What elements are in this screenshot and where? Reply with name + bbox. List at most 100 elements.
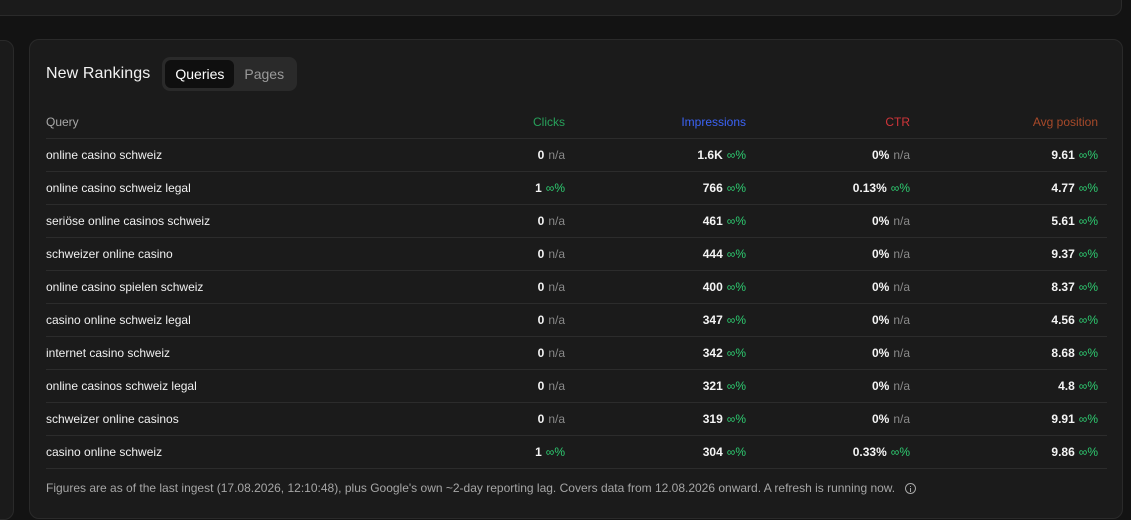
column-header-query[interactable]: Query xyxy=(46,115,441,129)
clicks-value: 0 xyxy=(537,247,545,261)
footer-note: Figures are as of the last ingest (17.08… xyxy=(46,481,917,495)
table-row[interactable]: online casino schweiz 0 n/a 1.6K ∞% 0% n/a 9.61… xyxy=(46,139,1107,172)
ctr-value: 0% xyxy=(871,313,890,327)
impressions-delta: ∞% xyxy=(726,412,746,426)
query-cell: schweizer online casinos xyxy=(46,412,179,426)
ctr-value: 0% xyxy=(871,412,890,426)
clicks-cell: 0 n/a xyxy=(441,412,565,426)
table-row[interactable]: online casino spielen schweiz 0 n/a 400 ∞% 0%… xyxy=(46,271,1107,304)
avg-position-cell: 4.8 ∞% xyxy=(910,379,1098,393)
query-cell: online casino schweiz xyxy=(46,148,163,162)
clicks-value: 0 xyxy=(537,280,545,294)
panel-header: New Rankings Queries Pages xyxy=(46,57,298,91)
column-header-impressions[interactable]: Impressions xyxy=(565,115,746,129)
ctr-value: 0% xyxy=(871,346,890,360)
table-row[interactable]: schweizer online casinos 0 n/a 319 ∞% 0% n/a 9.… xyxy=(46,403,1107,436)
new-rankings-panel: New Rankings Queries Pages Query Clicks … xyxy=(29,39,1123,519)
impressions-cell: 342 ∞% xyxy=(565,346,746,360)
ctr-cell: 0% n/a xyxy=(746,214,910,228)
table-row[interactable]: casino online schweiz 1 ∞% 304 ∞% 0.33% ∞% 9.86… xyxy=(46,436,1107,469)
tab-pages[interactable]: Pages xyxy=(234,60,294,88)
avg-position-delta: ∞% xyxy=(1078,247,1098,261)
table-row[interactable]: online casinos schweiz legal 0 n/a 321 ∞% 0% n… xyxy=(46,370,1107,403)
avg-position-cell: 9.86 ∞% xyxy=(910,445,1098,459)
ctr-value: 0% xyxy=(871,214,890,228)
clicks-delta: n/a xyxy=(548,247,565,261)
avg-position-cell: 5.61 ∞% xyxy=(910,214,1098,228)
column-header-ctr[interactable]: CTR xyxy=(746,115,910,129)
avg-position-delta: ∞% xyxy=(1078,280,1098,294)
clicks-delta: n/a xyxy=(548,280,565,294)
table-row[interactable]: online casino schweiz legal 1 ∞% 766 ∞% 0.13%… xyxy=(46,172,1107,205)
ctr-value: 0.33% xyxy=(852,445,887,459)
impressions-value: 347 xyxy=(702,313,723,327)
clicks-value: 0 xyxy=(537,313,545,327)
avg-position-value: 9.86 xyxy=(1051,445,1075,459)
impressions-delta: ∞% xyxy=(726,247,746,261)
clicks-delta: ∞% xyxy=(545,181,565,195)
avg-position-cell: 4.56 ∞% xyxy=(910,313,1098,327)
impressions-value: 319 xyxy=(702,412,723,426)
ctr-delta: ∞% xyxy=(890,445,910,459)
impressions-cell: 766 ∞% xyxy=(565,181,746,195)
impressions-cell: 319 ∞% xyxy=(565,412,746,426)
clicks-cell: 0 n/a xyxy=(441,148,565,162)
avg-position-delta: ∞% xyxy=(1078,445,1098,459)
ctr-value: 0% xyxy=(871,379,890,393)
impressions-cell: 321 ∞% xyxy=(565,379,746,393)
impressions-cell: 400 ∞% xyxy=(565,280,746,294)
query-cell: online casino spielen schweiz xyxy=(46,280,204,294)
query-cell: casino online schweiz xyxy=(46,445,163,459)
impressions-value: 342 xyxy=(702,346,723,360)
avg-position-value: 4.77 xyxy=(1051,181,1075,195)
avg-position-cell: 8.37 ∞% xyxy=(910,280,1098,294)
clicks-cell: 0 n/a xyxy=(441,313,565,327)
ctr-value: 0.13% xyxy=(852,181,887,195)
ctr-cell: 0% n/a xyxy=(746,379,910,393)
ctr-delta: n/a xyxy=(893,412,910,426)
avg-position-value: 4.8 xyxy=(1058,379,1075,393)
ctr-cell: 0.33% ∞% xyxy=(746,445,910,459)
ctr-delta: n/a xyxy=(893,247,910,261)
table-row[interactable]: seriöse online casinos schweiz 0 n/a 461 ∞% 0… xyxy=(46,205,1107,238)
ctr-delta: n/a xyxy=(893,214,910,228)
ctr-cell: 0% n/a xyxy=(746,247,910,261)
panel-title: New Rankings xyxy=(46,65,151,82)
table-row[interactable]: internet casino schweiz 0 n/a 342 ∞% 0% n/a 8.6… xyxy=(46,337,1107,370)
avg-position-value: 5.61 xyxy=(1051,214,1075,228)
column-header-clicks[interactable]: Clicks xyxy=(441,115,565,129)
clicks-delta: n/a xyxy=(548,148,565,162)
query-cell: schweizer online casino xyxy=(46,247,173,261)
impressions-delta: ∞% xyxy=(726,214,746,228)
avg-position-cell: 9.61 ∞% xyxy=(910,148,1098,162)
ctr-cell: 0% n/a xyxy=(746,280,910,294)
avg-position-value: 8.68 xyxy=(1051,346,1075,360)
impressions-cell: 347 ∞% xyxy=(565,313,746,327)
avg-position-value: 9.61 xyxy=(1051,148,1075,162)
ctr-cell: 0% n/a xyxy=(746,313,910,327)
table-row[interactable]: casino online schweiz legal 0 n/a 347 ∞% 0% n/… xyxy=(46,304,1107,337)
ctr-cell: 0% n/a xyxy=(746,148,910,162)
impressions-delta: ∞% xyxy=(726,445,746,459)
impressions-delta: ∞% xyxy=(726,148,746,162)
left-card xyxy=(0,40,14,520)
impressions-cell: 461 ∞% xyxy=(565,214,746,228)
table-row[interactable]: schweizer online casino 0 n/a 444 ∞% 0% n/a 9.3… xyxy=(46,238,1107,271)
clicks-delta: n/a xyxy=(548,346,565,360)
clicks-delta: n/a xyxy=(548,214,565,228)
avg-position-cell: 4.77 ∞% xyxy=(910,181,1098,195)
impressions-delta: ∞% xyxy=(726,313,746,327)
avg-position-delta: ∞% xyxy=(1078,412,1098,426)
avg-position-delta: ∞% xyxy=(1078,379,1098,393)
table-body: online casino schweiz 0 n/a 1.6K ∞% 0% n/a 9.61… xyxy=(46,139,1107,469)
clicks-cell: 0 n/a xyxy=(441,379,565,393)
impressions-delta: ∞% xyxy=(726,346,746,360)
column-header-avg-position[interactable]: Avg position xyxy=(910,115,1098,129)
top-card xyxy=(0,0,1122,16)
clicks-cell: 1 ∞% xyxy=(441,445,565,459)
clicks-value: 0 xyxy=(537,412,545,426)
info-icon[interactable] xyxy=(905,482,917,494)
ctr-delta: ∞% xyxy=(890,181,910,195)
tab-queries[interactable]: Queries xyxy=(165,60,235,88)
avg-position-value: 4.56 xyxy=(1051,313,1075,327)
